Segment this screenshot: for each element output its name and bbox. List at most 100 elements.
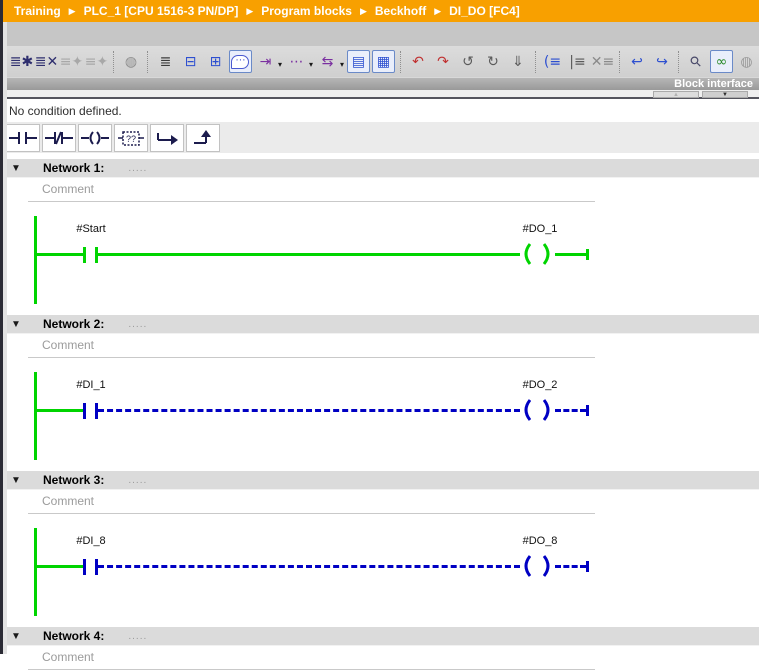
- wire-terminal: [586, 405, 589, 416]
- network-title[interactable]: Network 3:: [43, 473, 104, 487]
- free-form-comments-icon[interactable]: ⋯: [285, 50, 308, 73]
- breadcrumb-item[interactable]: Program blocks: [261, 4, 352, 18]
- delete-network-icon[interactable]: ≣✕: [35, 50, 58, 73]
- breadcrumb-item[interactable]: Training: [14, 4, 61, 18]
- toolbar-group: ↶↷↺↻⇓: [406, 49, 531, 75]
- close-all-networks-icon[interactable]: ⊟: [179, 50, 202, 73]
- contact-operand-label[interactable]: #DI_8: [76, 535, 105, 547]
- operand-representation-dropdown-caret-icon[interactable]: ▾: [340, 60, 344, 69]
- no-contact-button[interactable]: [6, 124, 40, 152]
- nc-contact-button[interactable]: [42, 124, 76, 152]
- contact-left-bar[interactable]: [83, 403, 86, 419]
- write-protection-glyph: ◍: [740, 55, 752, 69]
- coil-close-paren[interactable]: [543, 555, 553, 577]
- coil-close-paren[interactable]: [543, 243, 553, 265]
- call-structure-icon[interactable]: |≡: [566, 50, 589, 73]
- wire-middle: [98, 409, 520, 412]
- open-branch-button[interactable]: [150, 124, 184, 152]
- block-interface-bar[interactable]: Block interface: [3, 77, 759, 90]
- network-comment-row: Comment: [3, 646, 759, 670]
- expand-interface-button[interactable]: ▲: [653, 91, 699, 98]
- coil-open-paren[interactable]: [521, 399, 531, 421]
- network-title-placeholder[interactable]: .....: [128, 163, 147, 174]
- program-editor: ▼ Network 1:..... Comment #Start #DO_1 ▼ Netwo…: [3, 159, 759, 654]
- network-1: ▼ Network 1:..... Comment #Start #DO_1: [3, 159, 759, 315]
- call-structure-glyph: |≡: [569, 55, 585, 69]
- find-in-block-icon[interactable]: ⚲: [685, 50, 708, 73]
- contact-operand-label[interactable]: #Start: [76, 223, 105, 235]
- empty-box-button[interactable]: ??: [114, 124, 148, 152]
- contact-left-bar[interactable]: [83, 559, 86, 575]
- wire-left: [34, 253, 83, 256]
- update-block-calls-icon[interactable]: ↺: [457, 50, 480, 73]
- toolbar-separator: [678, 51, 679, 73]
- operand-representation-icon[interactable]: ⇆: [316, 50, 339, 73]
- absolute-operands-dropdown-caret-icon[interactable]: ▾: [278, 60, 282, 69]
- cross-references-icon[interactable]: ✕≡: [591, 50, 614, 73]
- next-error-icon[interactable]: ↷: [432, 50, 455, 73]
- network-body: Comment #DI_1 #DO_2: [3, 334, 759, 471]
- power-rail: [34, 372, 37, 460]
- network-header[interactable]: ▼ Network 4:.....: [3, 627, 759, 646]
- network-4: ▼Network 4:.....Comment: [3, 627, 759, 654]
- network-title[interactable]: Network 4:: [43, 629, 104, 643]
- cross-references-glyph: ✕≡: [591, 55, 614, 69]
- breadcrumb-item[interactable]: PLC_1 [CPU 1516-3 PN/DP]: [84, 4, 239, 18]
- block-interface-label: Block interface: [674, 78, 753, 90]
- network-collapse-icon[interactable]: ▼: [11, 475, 25, 486]
- jump-forward-icon[interactable]: ↪: [650, 50, 673, 73]
- wire-right: [555, 253, 586, 256]
- favorites-edit-icon[interactable]: ▦: [372, 50, 395, 73]
- network-collapse-icon[interactable]: ▼: [11, 631, 25, 642]
- network-title[interactable]: Network 2:: [43, 317, 104, 331]
- wire-middle: [98, 565, 520, 568]
- open-all-networks-icon[interactable]: ⊞: [204, 50, 227, 73]
- network-title-placeholder[interactable]: .....: [128, 475, 147, 486]
- insert-comment-icon[interactable]: (≡: [541, 50, 564, 73]
- coil-operand-label[interactable]: #DO_2: [523, 379, 558, 391]
- interface-splitter[interactable]: ▲ ▼: [3, 90, 759, 99]
- network-title[interactable]: Network 1:: [43, 161, 104, 175]
- favorites-display-icon[interactable]: ▤: [347, 50, 370, 73]
- network-header[interactable]: ▼ Network 3:.....: [3, 471, 759, 490]
- network-collapse-icon[interactable]: ▼: [11, 163, 25, 174]
- network-comment[interactable]: Comment: [42, 650, 94, 664]
- network-comment[interactable]: Comment: [42, 338, 94, 352]
- monitoring-icon[interactable]: ∞: [710, 50, 733, 73]
- network-title-placeholder[interactable]: .....: [128, 319, 147, 330]
- rung: #DI_8 #DO_8: [3, 514, 759, 627]
- breadcrumb-item[interactable]: DI_DO [FC4]: [449, 4, 520, 18]
- empty-box-icon: ??: [118, 129, 144, 147]
- previous-error-icon[interactable]: ↶: [407, 50, 430, 73]
- breadcrumb-separator-icon: ▶: [69, 6, 76, 17]
- insert-network-icon[interactable]: ≣✱: [10, 50, 33, 73]
- download-consistency-icon[interactable]: ⇓: [507, 50, 530, 73]
- coil-icon: [81, 130, 109, 146]
- close-branch-button[interactable]: [186, 124, 220, 152]
- coil-operand-label[interactable]: #DO_1: [523, 223, 558, 235]
- network-sequence-icon[interactable]: ≣: [154, 50, 177, 73]
- free-form-comments-dropdown-caret-icon[interactable]: ▾: [309, 60, 313, 69]
- jump-forward-glyph: ↪: [656, 55, 668, 69]
- coil-operand-label[interactable]: #DO_8: [523, 535, 558, 547]
- wire-terminal: [586, 561, 589, 572]
- breadcrumb-item[interactable]: Beckhoff: [375, 4, 426, 18]
- network-title-placeholder[interactable]: .....: [128, 631, 147, 642]
- coil-open-paren[interactable]: [521, 243, 531, 265]
- absolute-operands-icon[interactable]: ⇥: [254, 50, 277, 73]
- network-header[interactable]: ▼ Network 2:.....: [3, 315, 759, 334]
- collapse-interface-button[interactable]: ▼: [702, 91, 748, 98]
- jump-backward-icon[interactable]: ↩: [625, 50, 648, 73]
- network-header[interactable]: ▼ Network 1:.....: [3, 159, 759, 178]
- contact-operand-label[interactable]: #DI_1: [76, 379, 105, 391]
- contact-left-bar[interactable]: [83, 247, 86, 263]
- network-comments-icon[interactable]: ⋯: [229, 50, 252, 73]
- coil-close-paren[interactable]: [543, 399, 553, 421]
- network-comment[interactable]: Comment: [42, 494, 94, 508]
- update-interface-icon[interactable]: ↻: [482, 50, 505, 73]
- coil-open-paren[interactable]: [521, 555, 531, 577]
- network-collapse-icon[interactable]: ▼: [11, 319, 25, 330]
- network-comment[interactable]: Comment: [42, 182, 94, 196]
- wire-right: [555, 409, 586, 412]
- coil-button[interactable]: [78, 124, 112, 152]
